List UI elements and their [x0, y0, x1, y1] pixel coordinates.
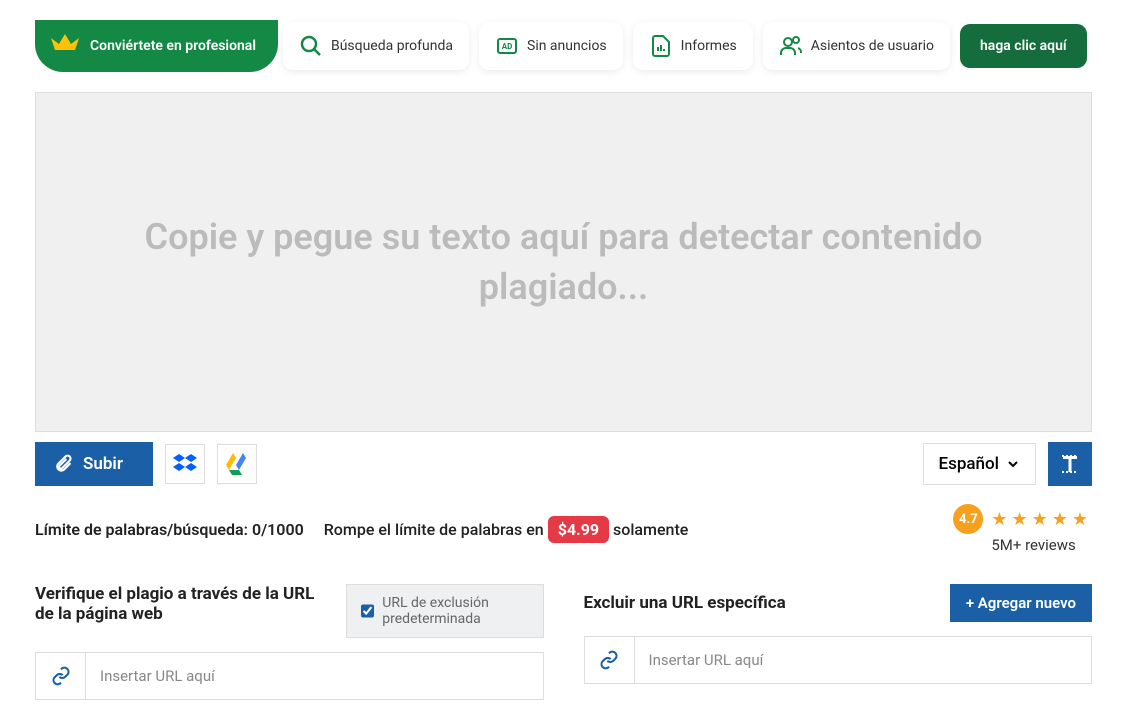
url-exclude-input-wrap: [584, 636, 1093, 684]
no-ads-icon: AD: [495, 34, 519, 58]
google-drive-icon: [225, 452, 249, 476]
feature-reports[interactable]: Informes: [633, 22, 753, 70]
dropbox-icon: [173, 452, 197, 476]
search-icon: [299, 34, 323, 58]
svg-text:AD: AD: [502, 42, 513, 51]
paperclip-icon: [53, 454, 73, 474]
upload-button[interactable]: Subir: [35, 442, 153, 486]
rating-block: 4.7 ★★★★★ 5M+ reviews: [953, 504, 1092, 554]
textarea-placeholder: Copie y pegue su texto aquí para detecta…: [66, 212, 1061, 313]
users-icon: [779, 34, 803, 58]
break-limit-text: Rompe el límite de palabras en $4.99 sol…: [324, 516, 689, 543]
dropbox-button[interactable]: [165, 444, 205, 484]
link-icon: [599, 650, 619, 670]
link-icon-box: [36, 653, 86, 699]
url-exclude-title: Excluir una URL específica: [584, 593, 786, 613]
rating-value: 4.7: [953, 504, 983, 534]
feature-no-ads[interactable]: AD Sin anuncios: [479, 22, 623, 70]
report-icon: [649, 34, 673, 58]
url-verify-input-wrap: [35, 652, 544, 700]
limit-row: Límite de palabras/búsqueda: 0/1000 Romp…: [35, 504, 1092, 554]
google-drive-button[interactable]: [217, 444, 257, 484]
link-icon: [51, 666, 71, 686]
text-icon: [1058, 452, 1082, 476]
crown-icon: [49, 32, 81, 58]
price-badge: $4.99: [548, 516, 609, 543]
link-icon-box: [585, 637, 635, 683]
stars-icon: ★★★★★: [991, 509, 1092, 530]
feature-deep-search[interactable]: Búsqueda profunda: [283, 22, 469, 70]
pro-banner[interactable]: Conviértete en profesional: [35, 20, 278, 72]
cta-button[interactable]: haga clic aquí: [960, 24, 1087, 68]
text-input-area[interactable]: Copie y pegue su texto aquí para detecta…: [35, 92, 1092, 432]
url-verify-title: Verifique el plagio a través de la URL d…: [35, 584, 328, 624]
default-exclusion-input[interactable]: [361, 602, 374, 620]
reviews-count: 5M+ reviews: [991, 536, 1075, 554]
url-exclude-input[interactable]: [635, 637, 1092, 683]
default-exclusion-checkbox[interactable]: URL de exclusión predeterminada: [346, 584, 543, 638]
feature-user-seats[interactable]: Asientos de usuario: [763, 22, 950, 70]
url-verify-column: Verifique el plagio a través de la URL d…: [35, 584, 544, 700]
chevron-down-icon: [1005, 456, 1021, 472]
add-new-button[interactable]: + Agregar nuevo: [950, 584, 1092, 622]
text-format-button[interactable]: [1048, 442, 1092, 486]
url-section: Verifique el plagio a través de la URL d…: [35, 584, 1092, 700]
top-bar: Conviértete en profesional Búsqueda prof…: [35, 20, 1092, 72]
language-selector[interactable]: Español: [923, 443, 1036, 485]
url-exclude-column: Excluir una URL específica + Agregar nue…: [584, 584, 1093, 684]
action-row: Subir Español: [35, 442, 1092, 486]
word-limit-label: Límite de palabras/búsqueda: 0/1000: [35, 520, 304, 539]
banner-label: Conviértete en profesional: [90, 38, 256, 54]
url-verify-input[interactable]: [86, 653, 543, 699]
feature-pills: Búsqueda profunda AD Sin anuncios Inform…: [283, 22, 1087, 70]
